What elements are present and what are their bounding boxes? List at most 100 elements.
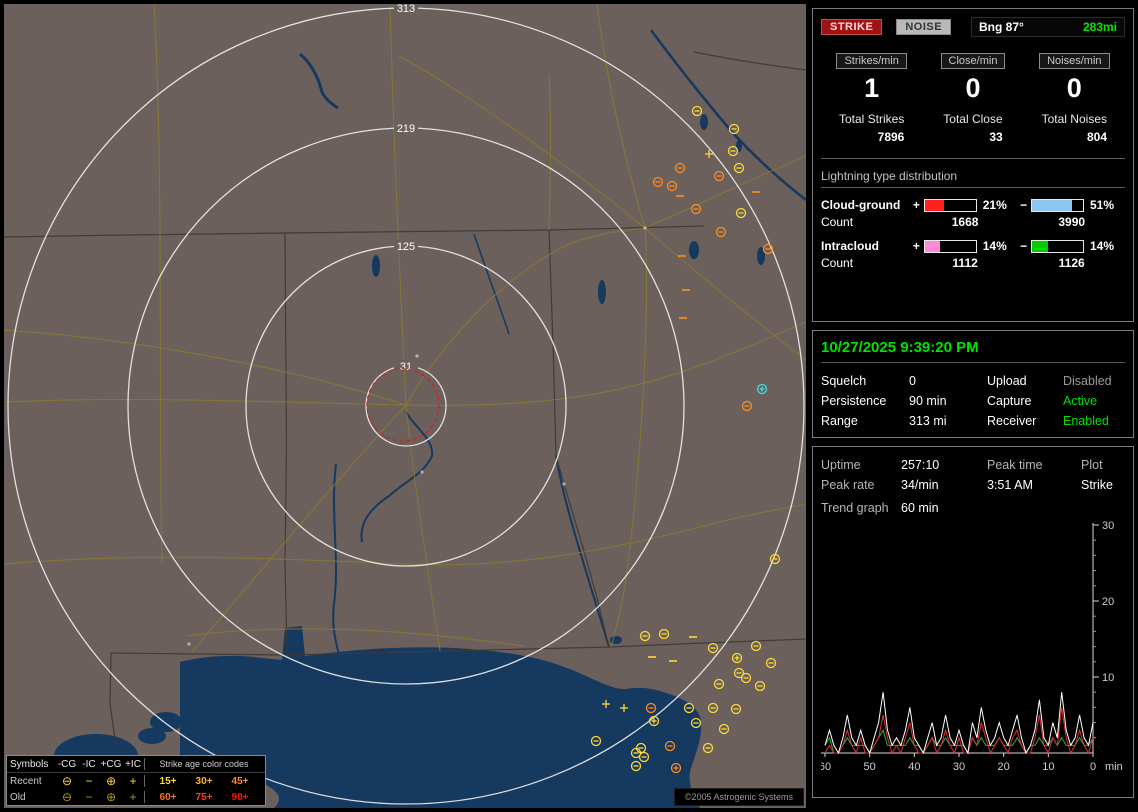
indicator-row: STRIKE NOISE Bng 87° 283mi (821, 17, 1125, 37)
cg-minus-count: 3990 (1058, 215, 1086, 229)
neg-ic-old-icon: − (85, 790, 93, 804)
session-row: Uptime 257:10 Peak time Plot (821, 455, 1125, 475)
age-30: 30+ (195, 775, 213, 787)
neg-cg-old-icon: ⊖ (61, 790, 73, 804)
upload-value: Disabled (1063, 374, 1112, 388)
plot-value: Strike (1081, 478, 1113, 492)
cloud-ground-row: Cloud-ground + 21% − 51% (821, 198, 1125, 212)
bearing-readout: Bng 87° 283mi (971, 17, 1125, 37)
strike-marker (707, 642, 719, 654)
session-row: Peak rate 34/min 3:51 AM Strike (821, 475, 1125, 495)
distance-value: 283mi (1082, 20, 1117, 34)
strike-marker (666, 180, 678, 192)
strike-legend: Symbols -CG -IC +CG +IC Strike age color… (6, 755, 266, 806)
legend-row-recent: Recent ⊖ − ⊕ + 15+ 30+ 45+ (7, 773, 265, 789)
strike-marker (740, 672, 752, 684)
cloud-ground-counts: Count 1668 3990 (821, 215, 1125, 229)
close-per-min-value: 0 (965, 73, 981, 103)
range-value: 313 mi (909, 414, 947, 428)
strike-marker (718, 723, 730, 735)
noise-indicator[interactable]: NOISE (896, 19, 952, 35)
legend-old-label: Old (10, 791, 26, 803)
map-canvas: 313 219 125 31 (4, 4, 806, 808)
legend-col-neg-ic: -IC (82, 758, 96, 770)
copyright-notice: ©2005 Astrogenic Systems (673, 788, 804, 806)
ic-plus-bar (924, 239, 977, 253)
strike-marker (730, 703, 742, 715)
age-90: 90+ (231, 791, 249, 803)
strikes-per-min: Strikes/min (821, 53, 922, 69)
svg-text:40: 40 (908, 761, 920, 773)
strike-map[interactable]: 313 219 125 31 Symbols -CG -IC +CG +IC Stri… (4, 4, 806, 808)
pos-cg-recent-icon: ⊕ (105, 774, 117, 788)
rate-labels-row: Strikes/min Close/min Noises/min (821, 53, 1125, 69)
trend-header: Trend graph 60 min (821, 495, 1125, 517)
peak-time-value: 3:51 AM (987, 478, 1033, 492)
datetime-display: 10/27/2025 9:39:20 PM (821, 339, 1125, 363)
ic-minus-pct: 14% (1090, 239, 1115, 253)
cg-plus-bar (924, 198, 977, 212)
receiver-value: Enabled (1063, 414, 1109, 428)
noises-per-min: Noises/min (1024, 53, 1125, 69)
lightning-detector-window: 313 219 125 31 Symbols -CG -IC +CG +IC Stri… (0, 0, 1138, 812)
legend-row-old: Old ⊖ − ⊕ + 60+ 75+ 90+ (7, 789, 265, 805)
ic-minus-count: 1126 (1058, 256, 1085, 270)
strike-markers (590, 105, 781, 774)
rate-values-row: 1 0 0 (821, 73, 1125, 104)
status-row: Range 313 mi Receiver Enabled (821, 411, 1125, 431)
peak-rate-label: Peak rate (821, 478, 875, 492)
peak-time-label: Peak time (987, 458, 1043, 472)
svg-text:20: 20 (1102, 596, 1114, 608)
svg-text:20: 20 (998, 761, 1010, 773)
trend-graph: 10 20 30 60 50 40 30 20 10 0 min (821, 520, 1123, 773)
uptime-value: 257:10 (901, 458, 940, 472)
cg-minus-bar (1031, 198, 1084, 212)
strike-marker (713, 678, 725, 690)
neg-ic-recent-icon: − (85, 774, 93, 788)
strike-marker (765, 657, 777, 669)
divider (821, 158, 1125, 159)
cg-plus-pct: 21% (982, 198, 1007, 212)
strike-marker (674, 162, 686, 174)
svg-text:313: 313 (397, 4, 415, 15)
strike-marker (754, 680, 766, 692)
plus-sign: + (912, 239, 920, 253)
strike-marker (727, 145, 739, 157)
uptime-label: Uptime (821, 458, 861, 472)
trend-graph-label: Trend graph (821, 501, 889, 515)
total-noises-value: 804 (1086, 130, 1107, 144)
svg-text:219: 219 (397, 123, 415, 135)
strike-marker (691, 105, 703, 117)
capture-value: Active (1063, 394, 1098, 408)
plot-label: Plot (1081, 458, 1103, 472)
distribution-title: Lightning type distribution (821, 169, 1125, 188)
close-per-min: Close/min (922, 53, 1023, 69)
peak-rate-value: 34/min (901, 478, 939, 492)
legend-age-title: Strike age color codes (159, 759, 249, 769)
pos-cg-old-icon: ⊕ (105, 790, 117, 804)
status-row: Squelch 0 Upload Disabled (821, 371, 1125, 391)
age-75: 75+ (195, 791, 213, 803)
pos-ic-recent-icon: + (129, 774, 137, 788)
svg-text:10: 10 (1102, 672, 1114, 684)
pos-ic-old-icon: + (129, 790, 137, 804)
ic-minus-bar (1031, 239, 1084, 253)
svg-text:30: 30 (953, 761, 965, 773)
range-label: Range (821, 414, 858, 428)
strikes-per-min-value: 1 (864, 73, 880, 103)
total-close-value: 33 (989, 130, 1003, 144)
strike-marker (713, 170, 725, 182)
svg-text:0: 0 (1090, 761, 1096, 773)
strike-marker (741, 400, 753, 412)
legend-symbols-title: Symbols (10, 758, 49, 770)
persistence-value: 90 min (909, 394, 947, 408)
strike-indicator[interactable]: STRIKE (821, 19, 883, 35)
strike-marker (731, 652, 743, 664)
cg-plus-count: 1668 (951, 215, 979, 229)
strike-marker (639, 630, 651, 642)
age-15: 15+ (159, 775, 177, 787)
minus-sign: − (1020, 239, 1028, 253)
svg-text:60: 60 (821, 761, 831, 773)
intracloud-row: Intracloud + 14% − 14% (821, 239, 1125, 253)
upload-label: Upload (987, 374, 1027, 388)
